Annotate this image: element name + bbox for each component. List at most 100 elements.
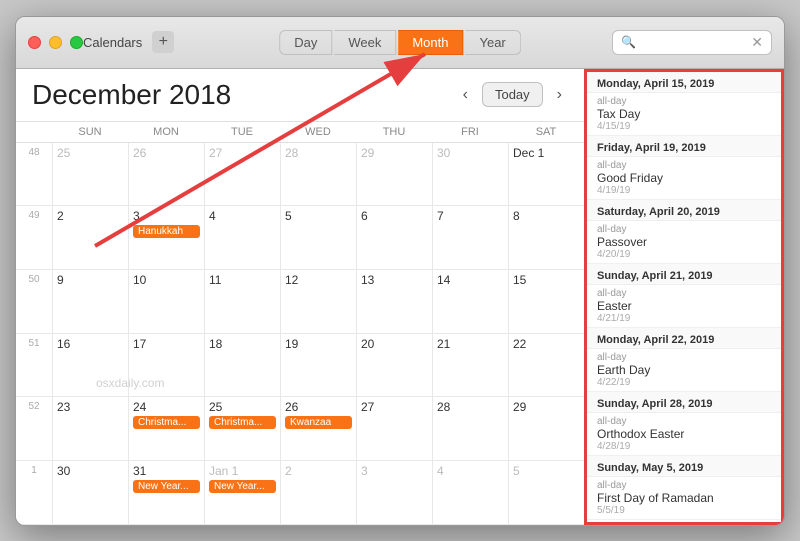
result-allday: all-day bbox=[597, 224, 771, 235]
result-item[interactable]: all-day Tax Day 4/15/19 bbox=[587, 93, 781, 136]
calendar-day[interactable]: 29 bbox=[508, 397, 584, 460]
calendar-day[interactable]: 2 bbox=[52, 206, 128, 269]
calendar-day[interactable]: 30 bbox=[52, 461, 128, 524]
calendar-day[interactable]: 5 bbox=[508, 461, 584, 524]
result-datestr: 4/20/19 bbox=[597, 249, 771, 260]
result-group: Friday, April 19, 2019 all-day Good Frid… bbox=[587, 136, 781, 200]
calendar-day[interactable]: 27 bbox=[356, 397, 432, 460]
result-item[interactable]: all-day Good Friday 4/19/19 bbox=[587, 157, 781, 200]
view-year-button[interactable]: Year bbox=[465, 30, 520, 55]
calendar-day[interactable]: 16 bbox=[52, 334, 128, 397]
calendar-day[interactable]: 3 bbox=[356, 461, 432, 524]
day-header-mon: Mon bbox=[128, 122, 204, 142]
event-hanukkah[interactable]: Hanukkah bbox=[133, 225, 200, 238]
today-button[interactable]: Today bbox=[482, 82, 543, 107]
calendar-day[interactable]: 29 bbox=[356, 143, 432, 206]
result-datestr: 4/21/19 bbox=[597, 313, 771, 324]
calendar-day[interactable]: 26 bbox=[128, 143, 204, 206]
result-date-header: Friday, April 19, 2019 bbox=[587, 136, 781, 157]
traffic-lights bbox=[28, 36, 83, 49]
view-week-button[interactable]: Week bbox=[334, 30, 396, 55]
calendar-day[interactable]: 30 bbox=[432, 143, 508, 206]
calendar-day[interactable]: 18 bbox=[204, 334, 280, 397]
calendar-day[interactable]: 12 bbox=[280, 270, 356, 333]
calendar-day[interactable]: 2 bbox=[280, 461, 356, 524]
calendar-day[interactable]: 3 Hanukkah bbox=[128, 206, 204, 269]
view-day-button[interactable]: Day bbox=[279, 30, 332, 55]
add-calendar-button[interactable]: + bbox=[152, 31, 174, 53]
result-item[interactable]: all-day Orthodox Easter 4/28/19 bbox=[587, 413, 781, 456]
search-box: 🔍 ✕ bbox=[612, 30, 772, 55]
calendar-day[interactable]: 22 bbox=[508, 334, 584, 397]
result-datestr: 4/28/19 bbox=[597, 441, 771, 452]
calendar-day[interactable]: 20 bbox=[356, 334, 432, 397]
event-new-years-eve[interactable]: New Year... bbox=[133, 480, 200, 493]
event-kwanzaa[interactable]: Kwanzaa bbox=[285, 416, 352, 429]
calendar-day[interactable]: 15 bbox=[508, 270, 584, 333]
result-item[interactable]: all-day Earth Day 4/22/19 bbox=[587, 349, 781, 392]
event-new-years-day[interactable]: New Year... bbox=[209, 480, 276, 493]
calendar-day[interactable]: 28 bbox=[432, 397, 508, 460]
view-month-button[interactable]: Month bbox=[398, 30, 463, 55]
calendars-label: Calendars bbox=[83, 35, 142, 50]
day-header-tue: Tue bbox=[204, 122, 280, 142]
calendar-nav: ‹ Today › bbox=[457, 82, 568, 107]
calendar-day[interactable]: 11 bbox=[204, 270, 280, 333]
next-month-button[interactable]: › bbox=[551, 84, 568, 106]
result-allday: all-day bbox=[597, 288, 771, 299]
calendar-day[interactable]: 21 bbox=[432, 334, 508, 397]
result-event-name: Orthodox Easter bbox=[597, 427, 771, 441]
week-number: 48 bbox=[16, 143, 52, 206]
day-headers: Sun Mon Tue Wed Thu Fri Sat bbox=[16, 122, 584, 143]
calendar-day[interactable]: 5 bbox=[280, 206, 356, 269]
calendar-day[interactable]: Jan 1 New Year... bbox=[204, 461, 280, 524]
calendar-day[interactable]: 9 bbox=[52, 270, 128, 333]
maximize-button[interactable] bbox=[70, 36, 83, 49]
event-christmas-eve[interactable]: Christma... bbox=[133, 416, 200, 429]
result-date-header: Monday, April 15, 2019 bbox=[587, 72, 781, 93]
result-item[interactable]: all-day Easter 4/21/19 bbox=[587, 285, 781, 328]
result-group: Monday, April 22, 2019 all-day Earth Day… bbox=[587, 328, 781, 392]
minimize-button[interactable] bbox=[49, 36, 62, 49]
result-item[interactable]: all-day Passover 4/20/19 bbox=[587, 221, 781, 264]
calendar-week: 48 25 26 27 28 29 30 Dec 1 bbox=[16, 143, 584, 207]
result-allday: all-day bbox=[597, 352, 771, 363]
calendar-day[interactable]: 13 bbox=[356, 270, 432, 333]
close-button[interactable] bbox=[28, 36, 41, 49]
search-icon: 🔍 bbox=[621, 35, 636, 49]
calendar-header: December 2018 ‹ Today › bbox=[16, 69, 584, 122]
calendars-button[interactable]: Calendars bbox=[83, 35, 142, 50]
calendar-day[interactable]: 25 Christma... bbox=[204, 397, 280, 460]
main-content: December 2018 ‹ Today › Sun Mon Tue W bbox=[16, 69, 784, 525]
calendar-day[interactable]: 6 bbox=[356, 206, 432, 269]
calendar-day[interactable]: 31 New Year... bbox=[128, 461, 204, 524]
week-number: 49 bbox=[16, 206, 52, 269]
calendar-day[interactable]: 27 bbox=[204, 143, 280, 206]
event-christmas[interactable]: Christma... bbox=[209, 416, 276, 429]
calendar-day[interactable]: 10 bbox=[128, 270, 204, 333]
calendar-day[interactable]: 4 bbox=[204, 206, 280, 269]
search-input[interactable] bbox=[640, 35, 751, 50]
calendar-day[interactable]: 14 bbox=[432, 270, 508, 333]
calendar-day[interactable]: 23 bbox=[52, 397, 128, 460]
search-results-panel: Monday, April 15, 2019 all-day Tax Day 4… bbox=[584, 69, 784, 525]
calendar-day[interactable]: 7 bbox=[432, 206, 508, 269]
calendar-day[interactable]: 24 Christma... bbox=[128, 397, 204, 460]
result-event-name: Tax Day bbox=[597, 107, 771, 121]
calendar-day[interactable]: 8 bbox=[508, 206, 584, 269]
result-group: Monday, April 15, 2019 all-day Tax Day 4… bbox=[587, 72, 781, 136]
result-event-name: Good Friday bbox=[597, 171, 771, 185]
result-item[interactable]: all-day Cinco de Mayo 5/5/19 bbox=[587, 520, 781, 525]
calendar-day[interactable]: 19 bbox=[280, 334, 356, 397]
calendar-day[interactable]: 17 bbox=[128, 334, 204, 397]
calendar-day[interactable]: 26 Kwanzaa bbox=[280, 397, 356, 460]
calendar-day[interactable]: Dec 1 bbox=[508, 143, 584, 206]
calendar-day[interactable]: 25 bbox=[52, 143, 128, 206]
prev-month-button[interactable]: ‹ bbox=[457, 84, 474, 106]
calendar-week: 51 16 17 18 19 20 21 22 osxdaily.com bbox=[16, 334, 584, 398]
calendar-day[interactable]: 4 bbox=[432, 461, 508, 524]
result-item[interactable]: all-day First Day of Ramadan 5/5/19 bbox=[587, 477, 781, 520]
clear-search-icon[interactable]: ✕ bbox=[751, 34, 763, 51]
calendar-day[interactable]: 28 bbox=[280, 143, 356, 206]
result-datestr: 4/15/19 bbox=[597, 121, 771, 132]
